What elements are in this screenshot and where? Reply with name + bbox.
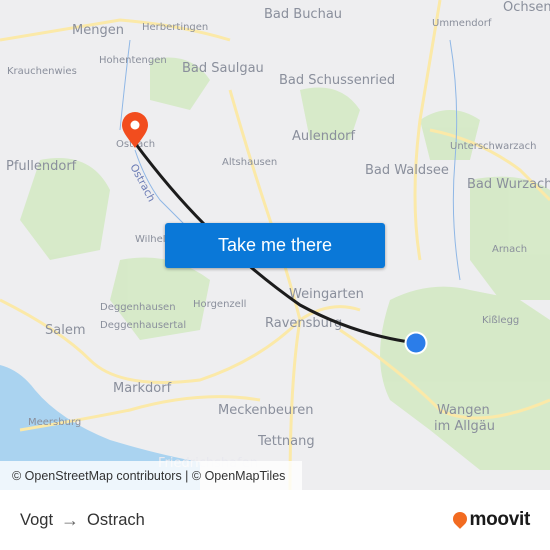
moovit-pin-icon [449, 509, 470, 529]
moovit-logo[interactable]: moovit [449, 509, 531, 531]
arrow-right-icon: → [61, 509, 80, 530]
map-view[interactable]: Mengen Herbertingen Bad Buchau Ummendorf… [0, 0, 550, 490]
origin-marker-icon [404, 331, 428, 355]
destination-pin-icon [122, 112, 148, 148]
route-summary: Vogt → Ostrach [20, 490, 145, 550]
map-attribution[interactable]: © OpenStreetMap contributors | © OpenMap… [0, 461, 302, 490]
origin-name: Vogt [20, 510, 54, 529]
footer-bar: Vogt → Ostrach moovit [0, 490, 550, 550]
destination-name: Ostrach [87, 510, 145, 529]
take-me-there-button[interactable]: Take me there [165, 223, 385, 268]
brand-name: moovit [469, 509, 531, 530]
